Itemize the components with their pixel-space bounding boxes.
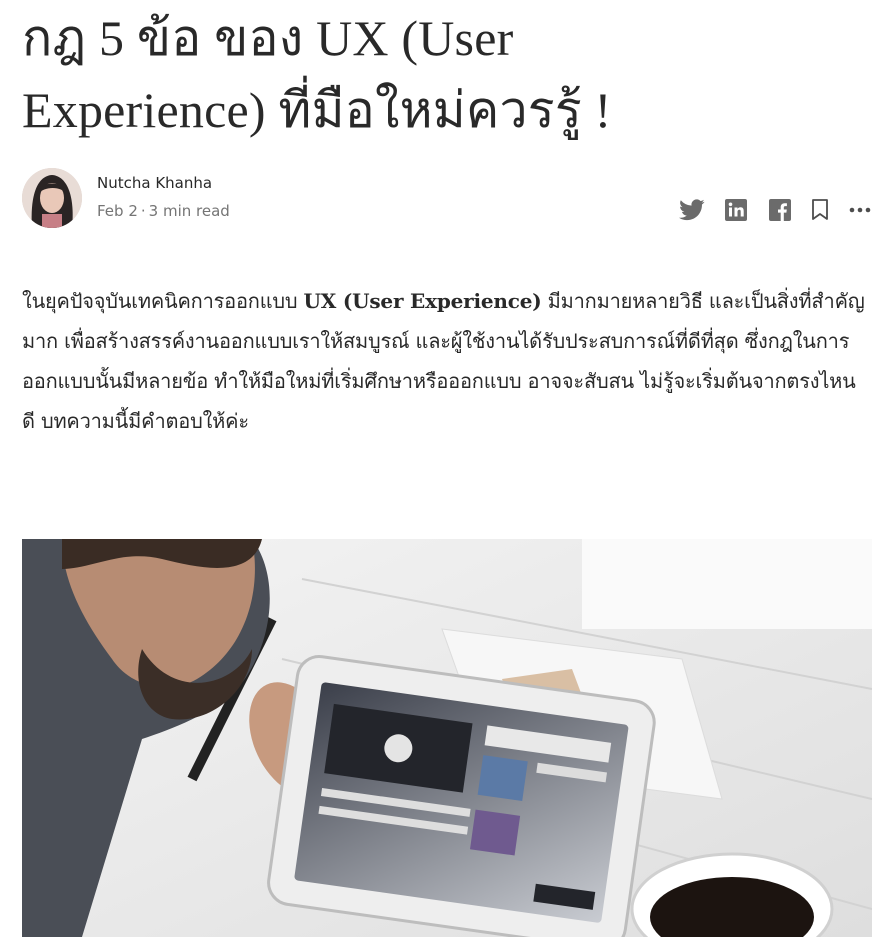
facebook-icon xyxy=(769,199,791,221)
intro-bold-term: UX (User Experience) xyxy=(303,289,542,313)
author-row: Nutcha Khanha Feb 2 · 3 min read xyxy=(22,168,872,228)
author-avatar[interactable] xyxy=(22,168,82,228)
bookmark-button[interactable] xyxy=(806,196,834,224)
more-icon xyxy=(849,207,871,213)
person-using-tablet-photo xyxy=(22,539,872,937)
intro-lead: ในยุคปัจจุบันเทคนิคการออกแบบ xyxy=(22,289,304,313)
title-line-1: กฎ 5 ข้อ ของ UX (User xyxy=(22,10,514,66)
bookmark-icon xyxy=(812,199,828,220)
twitter-icon xyxy=(679,199,705,221)
facebook-share-button[interactable] xyxy=(766,196,794,224)
article-intro-paragraph: ในยุคปัจจุบันเทคนิคการออกแบบ UX (User Ex… xyxy=(22,281,867,441)
article: กฎ 5 ข้อ ของ UX (User Experience) ที่มือใ… xyxy=(0,0,877,937)
meta-separator: · xyxy=(140,202,146,220)
linkedin-share-button[interactable] xyxy=(722,196,750,224)
article-title: กฎ 5 ข้อ ของ UX (User Experience) ที่มือใ… xyxy=(22,2,862,146)
title-line-2: Experience) ที่มือใหม่ควรรู้ ! xyxy=(22,82,612,138)
more-options-button[interactable] xyxy=(846,196,874,224)
post-date: Feb 2 xyxy=(97,202,138,220)
linkedin-icon xyxy=(725,199,747,221)
hero-image xyxy=(22,539,872,937)
author-name[interactable]: Nutcha Khanha xyxy=(97,174,212,192)
read-time: 3 min read xyxy=(148,202,230,220)
post-meta: Feb 2 · 3 min read xyxy=(97,202,230,220)
twitter-share-button[interactable] xyxy=(678,196,706,224)
